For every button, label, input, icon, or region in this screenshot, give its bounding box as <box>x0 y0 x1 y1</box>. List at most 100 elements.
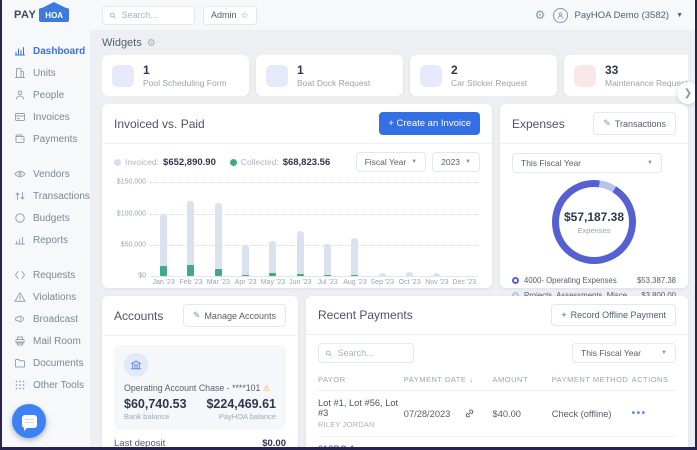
warning-icon[interactable]: ⚠ <box>263 384 270 393</box>
payhoa-balance-label: PayHOA balance <box>206 412 276 421</box>
sidebar-item-other-tools[interactable]: Other Tools <box>2 374 90 396</box>
global-search[interactable] <box>102 6 195 25</box>
sidebar-item-budgets[interactable]: Budgets <box>2 207 90 229</box>
legend-collected: Collected:$68,823.56 <box>230 157 330 168</box>
dashboard-icon <box>14 45 26 57</box>
link-icon[interactable] <box>464 408 475 419</box>
last-deposit-label: Last deposit <box>114 438 165 447</box>
payments-table: PayorPayment Date↓AmountPayment MethodAc… <box>306 369 688 447</box>
expenses-card-title: Expenses <box>512 117 565 131</box>
manage-accounts-button[interactable]: ✎ Manage Accounts <box>183 304 286 327</box>
year-select[interactable]: 2023▼ <box>432 152 480 172</box>
bar-jul23 <box>314 182 341 276</box>
sidebar-item-units[interactable]: Units <box>2 62 90 84</box>
settings-gear-icon[interactable]: ⚙ <box>535 8 546 22</box>
legend-invoiced: Invoiced:$652,890.90 <box>114 157 216 168</box>
sidebar-item-payments[interactable]: Payments <box>2 128 90 150</box>
chevron-down-icon[interactable]: ▼ <box>676 12 683 19</box>
row-actions-menu[interactable]: ••• <box>632 408 676 419</box>
search-icon <box>325 349 333 358</box>
widget-count: 2 <box>451 63 527 77</box>
recent-payments-card: Recent Payments + Record Offline Payment… <box>306 296 688 447</box>
widget-count: 1 <box>297 63 370 77</box>
x-axis-tick: Apr '23 <box>232 279 259 286</box>
vendors-icon <box>14 168 26 180</box>
bar-nov23 <box>423 182 450 276</box>
admin-button[interactable]: Admin ☆ <box>203 6 257 25</box>
transactions-icon <box>14 190 26 202</box>
global-search-input[interactable] <box>122 10 188 20</box>
broadcast-icon <box>14 313 26 325</box>
column-actions[interactable]: Actions <box>632 375 676 384</box>
invoiced-card-title: Invoiced vs. Paid <box>114 117 205 131</box>
search-icon <box>109 11 117 20</box>
sidebar-item-dashboard[interactable]: Dashboard <box>2 40 90 62</box>
violations-icon <box>14 291 26 303</box>
expenses-card: Expenses ✎ Transactions This Fiscal Year… <box>500 104 688 288</box>
transactions-button[interactable]: ✎ Transactions <box>593 112 676 135</box>
bar-jun23 <box>287 182 314 276</box>
widgets-scroll-right-button[interactable]: ❯ <box>677 82 695 104</box>
bar-dec23 <box>451 182 478 276</box>
account-menu[interactable]: PayHOA Demo (3582) <box>575 10 670 21</box>
user-avatar-icon[interactable] <box>553 8 568 23</box>
payments-search-input[interactable] <box>338 348 407 358</box>
expenses-period-select[interactable]: This Fiscal Year▼ <box>512 153 662 173</box>
sidebar-item-broadcast[interactable]: Broadcast <box>2 308 90 330</box>
sidebar-item-invoices[interactable]: Invoices <box>2 106 90 128</box>
bar-apr23 <box>232 182 259 276</box>
column-payment-method[interactable]: Payment Method <box>552 375 632 384</box>
fiscal-year-type-select[interactable]: Fiscal Year▼ <box>356 152 427 172</box>
widgets-row: 1Pool Scheduling Form1Boat Dock Request2… <box>102 55 688 96</box>
widget-pool-scheduling-form[interactable]: 1Pool Scheduling Form <box>102 55 249 96</box>
widget-count: 1 <box>143 63 227 77</box>
widget-car-sticker-request[interactable]: 2Car Sticker Request <box>410 55 557 96</box>
sidebar-item-vendors[interactable]: Vendors <box>2 163 90 185</box>
sidebar-item-people[interactable]: People <box>2 84 90 106</box>
x-axis-tick: Dec '23 <box>451 279 478 286</box>
bar-may23 <box>259 182 286 276</box>
sidebar-item-mail-room[interactable]: Mail Room <box>2 330 90 352</box>
expenses-donut-chart: $57,187.38 Expenses <box>552 180 636 264</box>
star-icon: ☆ <box>241 10 249 21</box>
create-invoice-button[interactable]: + Create an Invoice <box>379 112 480 135</box>
sidebar-item-documents[interactable]: Documents <box>2 352 90 374</box>
payhoa-logo[interactable]: PAY HOA <box>2 8 90 22</box>
sort-descending-icon[interactable]: ↓ <box>469 375 473 384</box>
widget-label: Pool Scheduling Form <box>143 78 227 88</box>
x-axis-tick: Nov '23 <box>423 279 450 286</box>
sidebar-item-requests[interactable]: Requests <box>2 264 90 286</box>
sidebar-item-violations[interactable]: Violations <box>2 286 90 308</box>
bar-jan23 <box>150 182 177 276</box>
payment-row: 012BG AJulian Augustus07/26/2023$400.00C… <box>318 437 676 447</box>
widget-maintenance-request[interactable]: 33Maintenance Request <box>564 55 688 96</box>
accounts-card-title: Accounts <box>114 309 163 323</box>
widgets-settings-gear-icon[interactable]: ⚙ <box>147 38 156 49</box>
widget-boat-dock-request[interactable]: 1Boat Dock Request <box>256 55 403 96</box>
top-bar: PAY HOA Admin ☆ ⚙ PayHOA Demo (3582) ▼ <box>2 0 695 30</box>
units-icon <box>14 67 26 79</box>
payhoa-balance-amount: $224,469.61 <box>206 397 276 411</box>
payor-name[interactable]: Lot #1, Lot #56, Lot #3 <box>318 398 404 418</box>
bank-icon <box>124 353 148 377</box>
logo-pay-text: PAY <box>14 9 36 21</box>
payment-method: Check (offline) <box>552 409 632 419</box>
payments-period-select[interactable]: This Fiscal Year▼ <box>572 343 676 363</box>
payor-name[interactable]: 012BG A <box>318 444 404 447</box>
column-amount[interactable]: Amount <box>493 375 552 384</box>
sidebar-item-transactions[interactable]: Transactions <box>2 185 90 207</box>
column-payment-date[interactable]: Payment Date↓ <box>404 375 493 384</box>
sidebar-item-reports[interactable]: Reports <box>2 229 90 251</box>
chat-support-button[interactable] <box>12 404 46 438</box>
record-offline-payment-button[interactable]: + Record Offline Payment <box>551 304 676 326</box>
payments-icon <box>14 133 26 145</box>
chart-legend: Invoiced:$652,890.90 Collected:$68,823.56 <box>114 157 330 168</box>
payments-search[interactable] <box>318 343 414 363</box>
bank-balance-label: Bank balance <box>124 412 187 421</box>
widget-label: Maintenance Request <box>605 78 688 88</box>
operating-account-summary[interactable]: Operating Account Chase - ****101 ⚠ $60,… <box>114 345 286 430</box>
main-content: Widgets ⚙ 1Pool Scheduling Form1Boat Doc… <box>90 30 695 447</box>
reports-icon <box>14 234 26 246</box>
x-axis-tick: Jul '23 <box>314 279 341 286</box>
column-payor[interactable]: Payor <box>318 375 404 384</box>
